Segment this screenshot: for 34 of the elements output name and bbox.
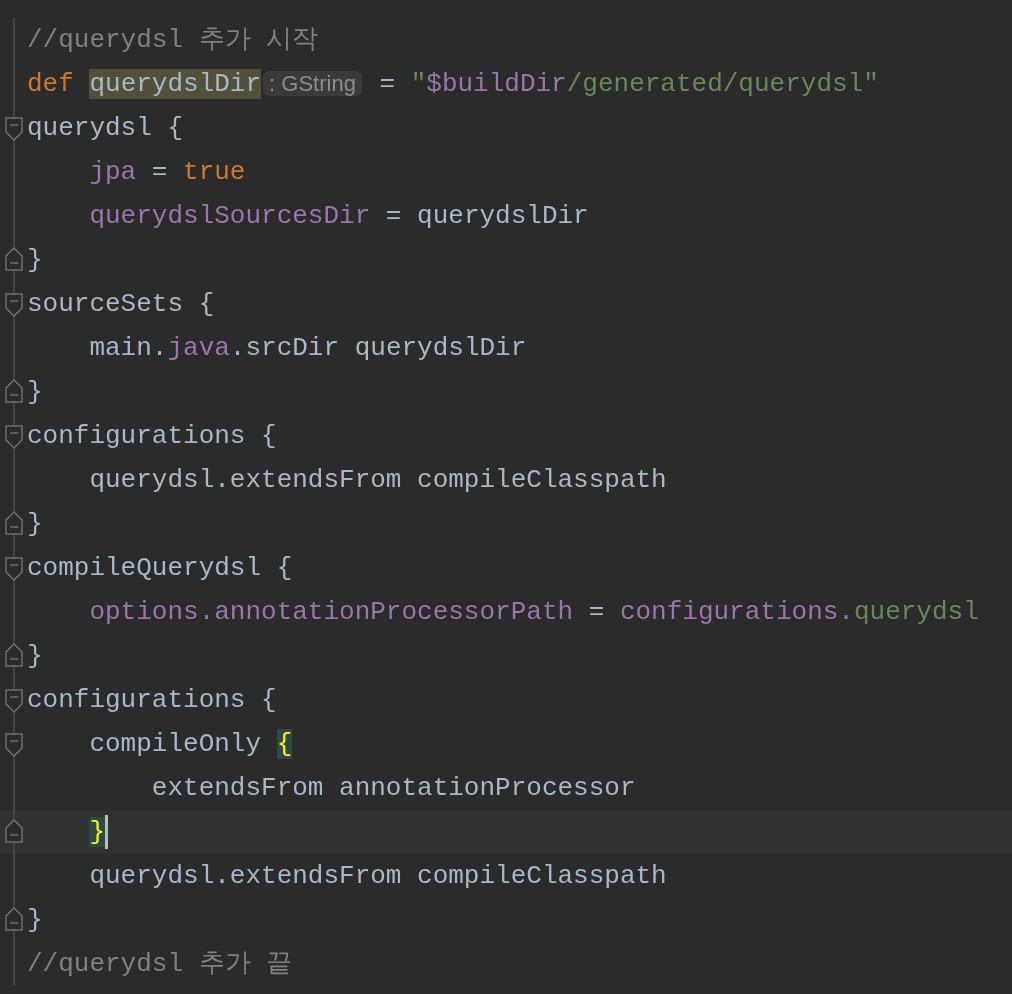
code-line: }: [27, 376, 43, 409]
code-line: querydsl {: [27, 112, 184, 145]
fold-close-icon[interactable]: [5, 819, 23, 843]
code-line: querydslSourcesDir = querydslDir: [88, 200, 589, 233]
fold-open-icon[interactable]: [5, 689, 23, 713]
code-line: querydsl.extendsFrom compileClasspath: [88, 860, 667, 893]
fold-close-icon[interactable]: [5, 247, 23, 271]
fold-close-icon[interactable]: [5, 643, 23, 667]
code-line: configurations {: [27, 684, 277, 717]
code-line: main.java.srcDir querydslDir: [88, 332, 527, 365]
code-line: }: [27, 904, 43, 937]
fold-open-icon[interactable]: [5, 117, 23, 141]
fold-close-icon[interactable]: [5, 379, 23, 403]
fold-open-icon[interactable]: [5, 557, 23, 581]
code-line: options.annotationProcessorPath = configurations.querydsl: [88, 596, 979, 629]
code-line: def querydslDir : GString = "$buildDir/generated/querydsl": [27, 68, 879, 101]
code-line: compileQuerydsl {: [27, 552, 293, 585]
code-line: querydsl.extendsFrom compileClasspath: [88, 464, 667, 497]
fold-close-icon[interactable]: [5, 907, 23, 931]
fold-open-icon[interactable]: [5, 733, 23, 757]
code-line: //querydsl 추가 끝: [27, 948, 293, 981]
code-line: sourceSets {: [27, 288, 215, 321]
fold-open-icon[interactable]: [5, 425, 23, 449]
code-line: }: [27, 508, 43, 541]
fold-open-icon[interactable]: [5, 293, 23, 317]
code-line: jpa = true: [88, 156, 246, 189]
code-line: }: [27, 244, 43, 277]
code-line: //querydsl 추가 시작: [27, 24, 319, 57]
text-cursor: [105, 815, 109, 849]
code-line: configurations {: [27, 420, 277, 453]
code-line: compileOnly {: [88, 728, 293, 761]
code-line: }: [27, 640, 43, 673]
code-line: extendsFrom annotationProcessor: [150, 772, 636, 805]
fold-close-icon[interactable]: [5, 511, 23, 535]
